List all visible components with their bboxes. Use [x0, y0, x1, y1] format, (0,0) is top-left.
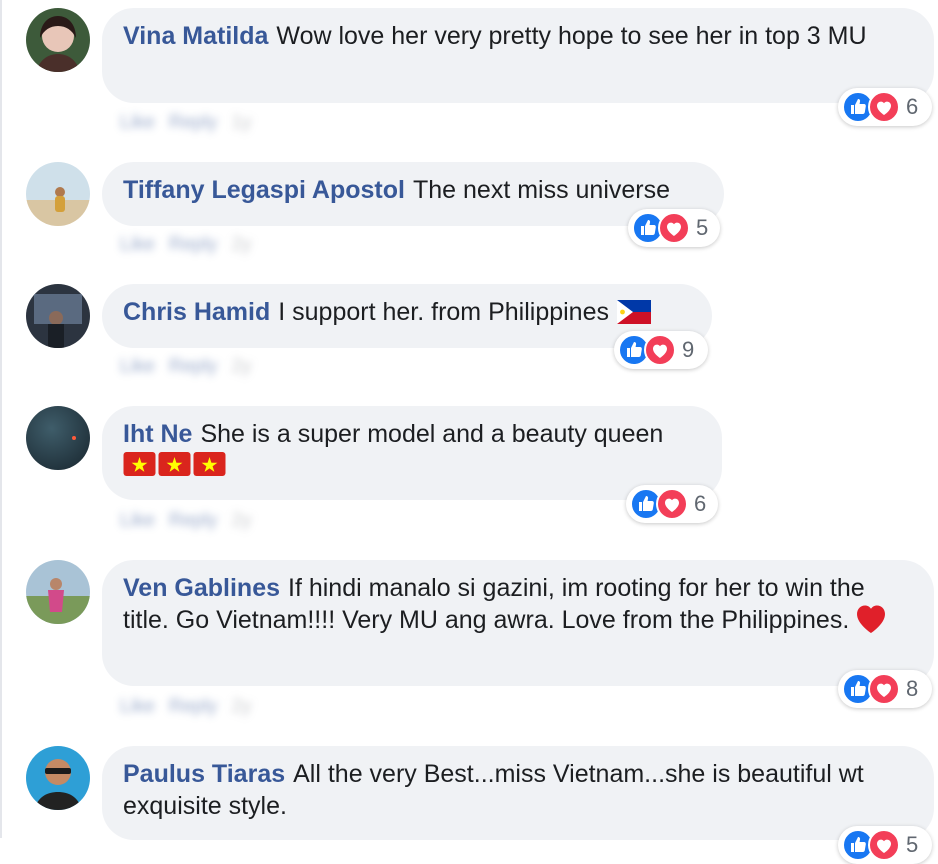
reaction-count: 5: [696, 215, 709, 240]
comment-text: Wow love her very pretty hope to see her…: [276, 22, 867, 50]
reaction-summary[interactable]: 8: [838, 670, 932, 708]
reaction-summary[interactable]: 5: [628, 209, 720, 247]
comment-bubble: Vina Matilda Wow love her very pretty hop…: [102, 8, 934, 103]
heart-icon: [658, 212, 690, 244]
philippines-flag-icon: [617, 300, 651, 324]
comment-actions: Like Reply 2y: [120, 696, 252, 718]
comment-actions: Like Reply 1y: [120, 112, 252, 134]
comment-text: I support her. from Philippines: [278, 298, 609, 326]
vietnam-flag-icon: [123, 452, 156, 476]
like-link[interactable]: Like: [120, 356, 155, 378]
comment-author[interactable]: Chris Hamid: [123, 298, 270, 326]
red-heart-icon: [857, 605, 886, 633]
like-link[interactable]: Like: [120, 234, 155, 256]
heart-icon: [868, 91, 900, 123]
timestamp[interactable]: 2y: [231, 510, 251, 532]
heart-icon: [868, 829, 900, 861]
comment-bubble: Ven Gablines If hindi manalo si gazini, i…: [102, 560, 934, 686]
reaction-count: 6: [694, 491, 707, 516]
reply-link[interactable]: Reply: [169, 234, 218, 256]
avatar[interactable]: [26, 560, 90, 624]
reply-link[interactable]: Reply: [169, 356, 218, 378]
vietnam-flags: [123, 452, 700, 484]
comment-author[interactable]: Iht Ne: [123, 420, 192, 448]
reaction-count: 8: [906, 676, 919, 701]
comment-text: She is a super model and a beauty queen: [200, 420, 664, 448]
timestamp[interactable]: 2y: [231, 234, 251, 256]
timestamp[interactable]: 2y: [231, 696, 251, 718]
comment-author[interactable]: Ven Gablines: [123, 574, 280, 602]
reaction-count: 5: [906, 832, 919, 857]
comment-actions: Like Reply 2y: [120, 234, 252, 256]
like-link[interactable]: Like: [120, 112, 155, 134]
vietnam-flag-icon: [193, 452, 226, 476]
heart-icon: [656, 488, 688, 520]
reaction-summary[interactable]: 9: [614, 331, 708, 369]
left-border: [0, 0, 2, 838]
reply-link[interactable]: Reply: [169, 510, 218, 532]
reaction-summary[interactable]: 6: [838, 88, 932, 126]
avatar[interactable]: [26, 746, 90, 810]
heart-icon: [868, 673, 900, 705]
avatar[interactable]: [26, 284, 90, 348]
heart-icon: [644, 334, 676, 366]
reaction-summary[interactable]: 6: [626, 485, 718, 523]
comment-author[interactable]: Tiffany Legaspi Apostol: [123, 176, 405, 204]
avatar[interactable]: [26, 406, 90, 470]
comment-text: The next miss universe: [412, 176, 671, 204]
like-link[interactable]: Like: [120, 510, 155, 532]
avatar[interactable]: [26, 162, 90, 226]
comment-bubble: Paulus Tiaras All the very Best...miss Vi…: [102, 746, 934, 840]
timestamp[interactable]: 1y: [231, 112, 251, 134]
comment-actions: Like Reply 2y: [120, 510, 252, 532]
comment-bubble: Iht Ne She is a super model and a beauty …: [102, 406, 722, 500]
comment-actions: Like Reply 2y: [120, 356, 252, 378]
timestamp[interactable]: 2y: [231, 356, 251, 378]
comment-author[interactable]: Vina Matilda: [123, 22, 268, 50]
reaction-count: 9: [682, 337, 695, 362]
reply-link[interactable]: Reply: [169, 696, 218, 718]
reaction-count: 6: [906, 94, 919, 119]
reaction-summary[interactable]: 5: [838, 826, 932, 864]
like-link[interactable]: Like: [120, 696, 155, 718]
vietnam-flag-icon: [158, 452, 191, 476]
reply-link[interactable]: Reply: [169, 112, 218, 134]
comment-author[interactable]: Paulus Tiaras: [123, 760, 285, 788]
avatar[interactable]: [26, 8, 90, 72]
